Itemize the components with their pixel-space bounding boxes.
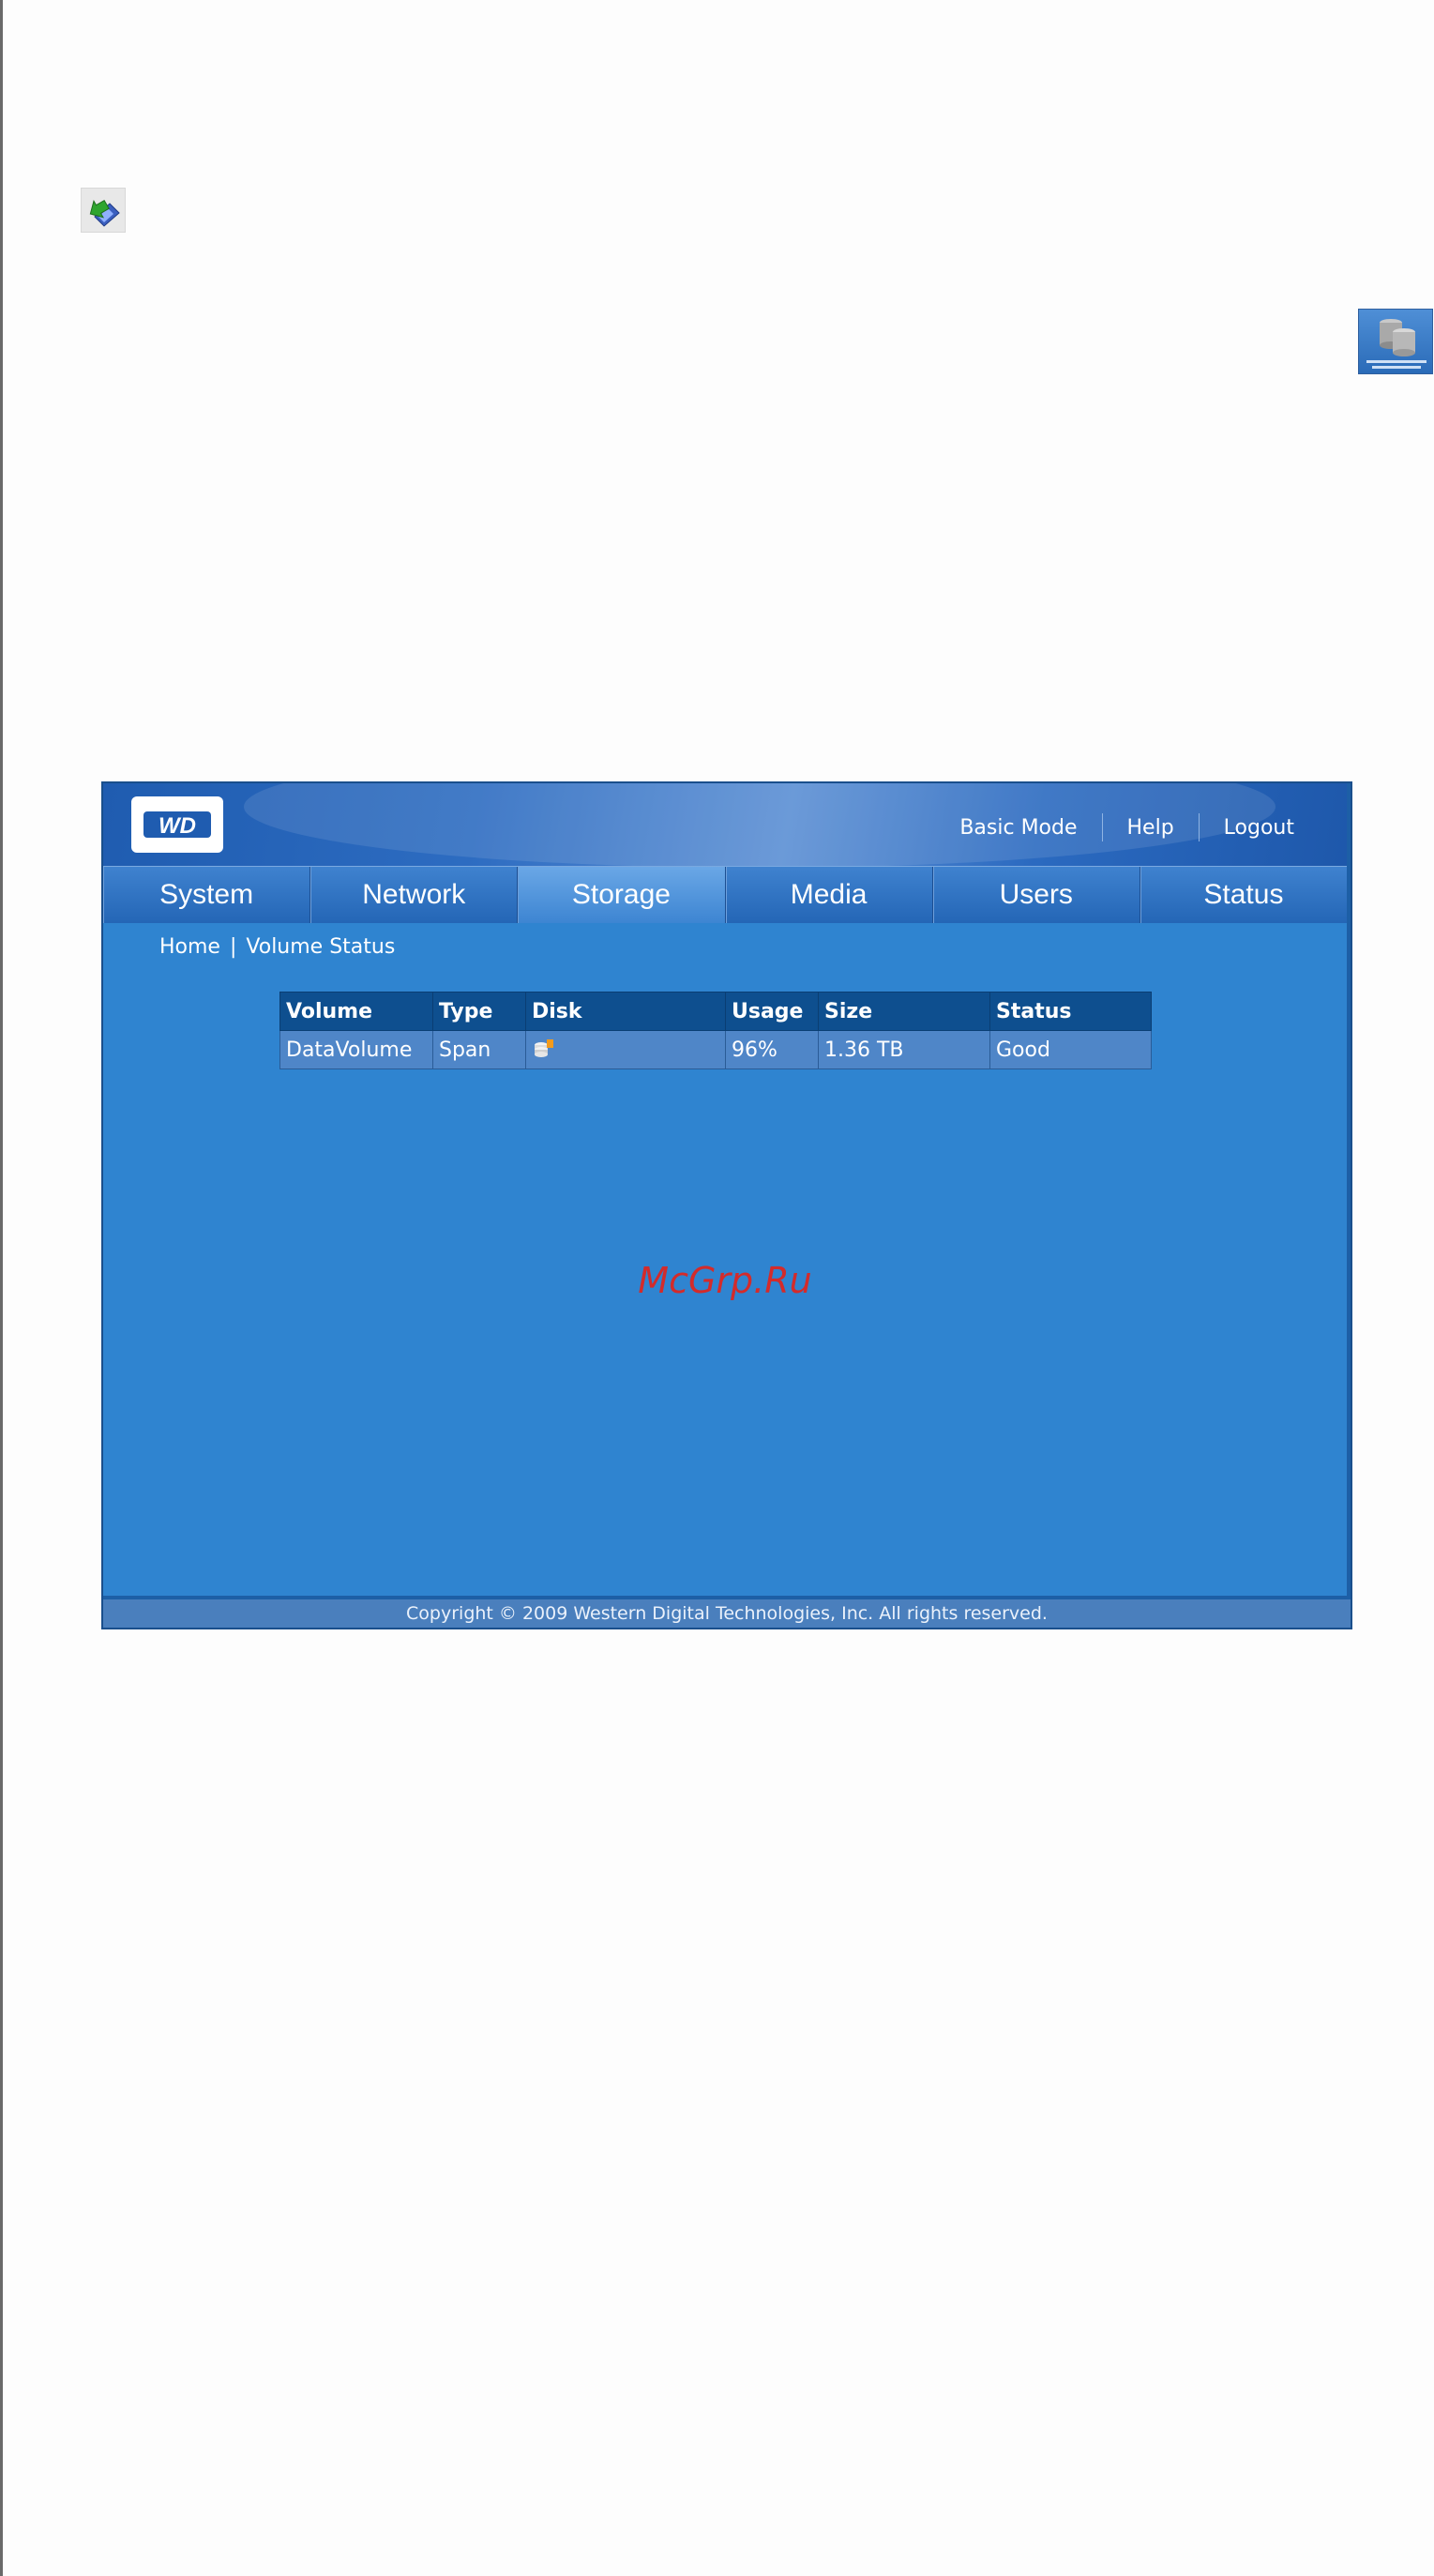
table-row[interactable]: DataVolume Span 96% 1.36 TB Good [279, 1030, 1152, 1069]
col-status: Status [989, 992, 1152, 1031]
col-volume: Volume [279, 992, 433, 1031]
svg-text:WD: WD [158, 813, 196, 839]
breadcrumb-separator: | [229, 935, 237, 959]
cell-status: Good [989, 1030, 1152, 1069]
wd-app-body: WD Basic Mode Help Logout System Network… [103, 783, 1351, 1599]
col-type: Type [432, 992, 526, 1031]
tab-network[interactable]: Network [310, 867, 519, 923]
help-link[interactable]: Help [1103, 816, 1199, 840]
tab-users[interactable]: Users [933, 867, 1140, 923]
breadcrumb-home[interactable]: Home [159, 935, 220, 959]
disk-stack-icon[interactable] [532, 1038, 556, 1061]
tab-status[interactable]: Status [1140, 867, 1347, 923]
wd-logo-icon: WD [143, 811, 211, 839]
basic-mode-link[interactable]: Basic Mode [935, 816, 1101, 840]
main-tabs: System Network Storage Media Users Statu… [103, 866, 1347, 923]
breadcrumb: Home | Volume Status [159, 935, 395, 959]
cell-volume: DataVolume [279, 1030, 433, 1069]
footer-copyright: Copyright © 2009 Western Digital Technol… [103, 1599, 1351, 1628]
logout-link[interactable]: Logout [1200, 816, 1319, 840]
tab-system[interactable]: System [103, 867, 311, 923]
table-header-row: Volume Type Disk Usage Size Status [279, 992, 1152, 1031]
cell-type: Span [432, 1030, 526, 1069]
col-usage: Usage [725, 992, 819, 1031]
app-header: WD Basic Mode Help Logout [103, 783, 1347, 866]
tab-storage[interactable]: Storage [518, 867, 726, 923]
watermark-text: McGrp.Ru [638, 1260, 812, 1301]
page-left-rule [0, 0, 3, 2576]
volume-raid-management-icon[interactable] [1358, 309, 1433, 374]
tab-media[interactable]: Media [726, 867, 933, 923]
cell-size: 1.36 TB [818, 1030, 990, 1069]
col-size: Size [818, 992, 990, 1031]
top-links: Basic Mode Help Logout [935, 813, 1319, 841]
col-disk: Disk [525, 992, 726, 1031]
wd-app-window: WD Basic Mode Help Logout System Network… [101, 781, 1352, 1629]
diskette-arrow-icon [81, 188, 126, 233]
wd-logo[interactable]: WD [131, 796, 223, 853]
breadcrumb-current: Volume Status [246, 935, 396, 959]
volume-table: Volume Type Disk Usage Size Status DataV… [279, 992, 1152, 1069]
cell-disk [525, 1030, 726, 1069]
cell-usage: 96% [725, 1030, 819, 1069]
